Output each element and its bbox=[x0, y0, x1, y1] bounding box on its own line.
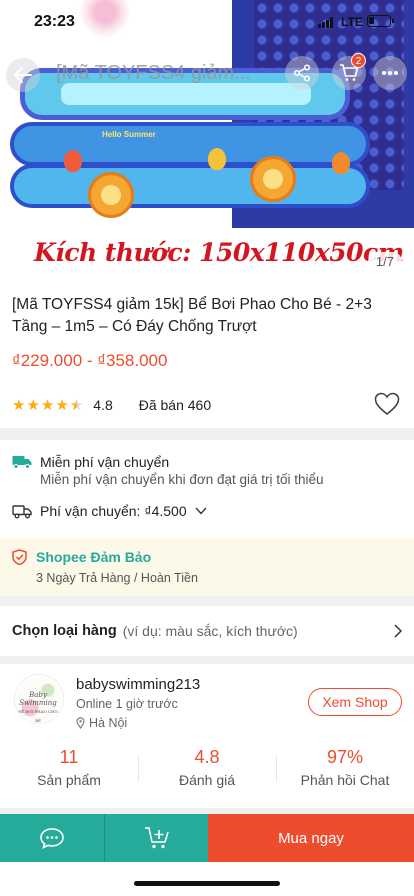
stat-rating[interactable]: 4.8 Đánh giá bbox=[138, 744, 276, 794]
guarantee-subtitle: 3 Ngày Trả Hàng / Hoàn Tiền bbox=[36, 571, 198, 585]
rating-value: 4.8 bbox=[93, 397, 113, 413]
share-button[interactable] bbox=[285, 56, 319, 90]
stat-value: 11 bbox=[59, 747, 79, 767]
pool-print-text: Hello Summer bbox=[102, 130, 156, 139]
more-icon bbox=[382, 71, 398, 75]
network-type: LTE bbox=[341, 15, 363, 29]
cart-count-badge: 2 bbox=[351, 53, 366, 68]
stat-products[interactable]: 11 Sản phẩm bbox=[0, 744, 138, 794]
chat-button[interactable] bbox=[0, 814, 104, 862]
variant-selector[interactable]: Chọn loại hàng (ví dụ: màu sắc, kích thư… bbox=[0, 606, 414, 656]
shipping-fee-label: Phí vận chuyển: bbox=[40, 503, 141, 519]
shield-icon bbox=[12, 549, 27, 565]
truck-icon bbox=[12, 504, 32, 518]
top-nav: [Mã TOYFSS4 giảm... 2 bbox=[0, 52, 414, 98]
status-bar: 23:23 LTE bbox=[0, 0, 414, 46]
clock: 23:23 bbox=[34, 13, 75, 30]
guarantee-title: Shopee Đảm Bảo bbox=[36, 549, 152, 565]
stat-label: Đánh giá bbox=[178, 772, 236, 788]
chevron-right-icon bbox=[394, 624, 402, 638]
back-arrow-icon bbox=[14, 67, 32, 83]
free-shipping-truck-icon bbox=[12, 456, 32, 469]
free-shipping-subtitle: Miễn phí vận chuyển khi đơn đạt giá trị … bbox=[40, 472, 324, 487]
shop-online-status: Online 1 giờ trước bbox=[76, 697, 178, 711]
star-icon: ★ bbox=[26, 396, 40, 414]
star-icon: ★ bbox=[55, 396, 69, 414]
sold-count: Đã bán 460 bbox=[138, 397, 212, 413]
size-banner: Kích thước: 150x110x50cm bbox=[34, 238, 404, 267]
add-to-cart-button[interactable] bbox=[105, 814, 208, 862]
image-counter: 1/7 bbox=[367, 252, 402, 271]
variant-label: Chọn loại hàng bbox=[12, 623, 117, 639]
home-indicator[interactable] bbox=[134, 881, 280, 886]
shipping-fee-value: ₫4.500 bbox=[144, 503, 187, 519]
section-divider bbox=[0, 428, 414, 440]
stat-chat-response[interactable]: 97% Phản hồi Chat bbox=[276, 744, 414, 794]
share-icon bbox=[293, 64, 311, 82]
shipping-fee-row[interactable]: Phí vận chuyển: ₫4.500 bbox=[12, 503, 207, 519]
rating-stars: ★ ★ ★ ★ ★ bbox=[12, 398, 83, 413]
stat-label: Sản phẩm bbox=[37, 772, 101, 788]
shop-stats: 11 Sản phẩm 4.8 Đánh giá 97% Phản hồi Ch… bbox=[0, 744, 414, 794]
bottom-action-bar: Mua ngay bbox=[0, 814, 414, 862]
stat-value: 4.8 bbox=[194, 747, 220, 767]
variant-hint: (ví dụ: màu sắc, kích thước) bbox=[122, 623, 298, 639]
search-bar-text[interactable]: [Mã TOYFSS4 giảm... bbox=[56, 62, 276, 85]
shop-avatar[interactable]: Baby Swimming BỂ BƠI PHAO CHO BÉ bbox=[14, 674, 64, 724]
product-page: Hello Summer Kích thước: 150x110x50cm 1/… bbox=[0, 0, 414, 896]
star-icon: ★ bbox=[12, 396, 26, 414]
half-star-icon: ★ bbox=[69, 396, 84, 414]
shop-name[interactable]: babyswimming213 bbox=[76, 676, 200, 693]
shipping-section[interactable]: Miễn phí vận chuyển Miễn phí vận chuyển … bbox=[0, 440, 414, 538]
signal-icon bbox=[318, 17, 334, 28]
product-price: ₫229.000 - ₫358.000 bbox=[12, 351, 168, 370]
shop-location: Hà Nội bbox=[76, 716, 127, 730]
stat-label: Phản hồi Chat bbox=[300, 772, 390, 788]
back-button[interactable] bbox=[6, 58, 40, 92]
shopee-guarantee-banner[interactable]: Shopee Đảm Bảo 3 Ngày Trả Hàng / Hoàn Ti… bbox=[0, 538, 414, 596]
product-info: [Mã TOYFSS4 giảm 15k] Bể Bơi Phao Cho Bé… bbox=[0, 282, 414, 428]
chevron-down-icon bbox=[195, 507, 207, 515]
favorite-heart-icon[interactable] bbox=[374, 392, 400, 416]
shop-location-text: Hà Nội bbox=[89, 716, 128, 730]
battery-icon bbox=[367, 15, 394, 27]
buy-now-button[interactable]: Mua ngay bbox=[208, 814, 414, 862]
product-title: [Mã TOYFSS4 giảm 15k] Bể Bơi Phao Cho Bé… bbox=[12, 296, 372, 335]
view-shop-button[interactable]: Xem Shop bbox=[308, 688, 402, 716]
chat-icon bbox=[40, 828, 64, 849]
shop-logo-text: Baby Swimming bbox=[19, 691, 57, 707]
section-divider bbox=[0, 656, 414, 664]
more-button[interactable] bbox=[373, 56, 407, 90]
cart-button[interactable]: 2 bbox=[332, 53, 366, 90]
star-icon: ★ bbox=[40, 396, 55, 414]
shop-section: Baby Swimming BỂ BƠI PHAO CHO BÉ babyswi… bbox=[0, 664, 414, 808]
location-pin-icon bbox=[76, 717, 85, 729]
home-indicator-area bbox=[0, 862, 414, 896]
stat-value: 97% bbox=[326, 747, 364, 767]
rating-row[interactable]: ★ ★ ★ ★ ★ 4.8 Đã bán 460 bbox=[12, 395, 211, 415]
shop-logo-subtext: BỂ BƠI PHAO CHO BÉ bbox=[18, 709, 58, 723]
free-shipping-title: Miễn phí vận chuyển bbox=[40, 454, 170, 470]
section-divider bbox=[0, 596, 414, 606]
add-to-cart-icon bbox=[144, 827, 169, 849]
